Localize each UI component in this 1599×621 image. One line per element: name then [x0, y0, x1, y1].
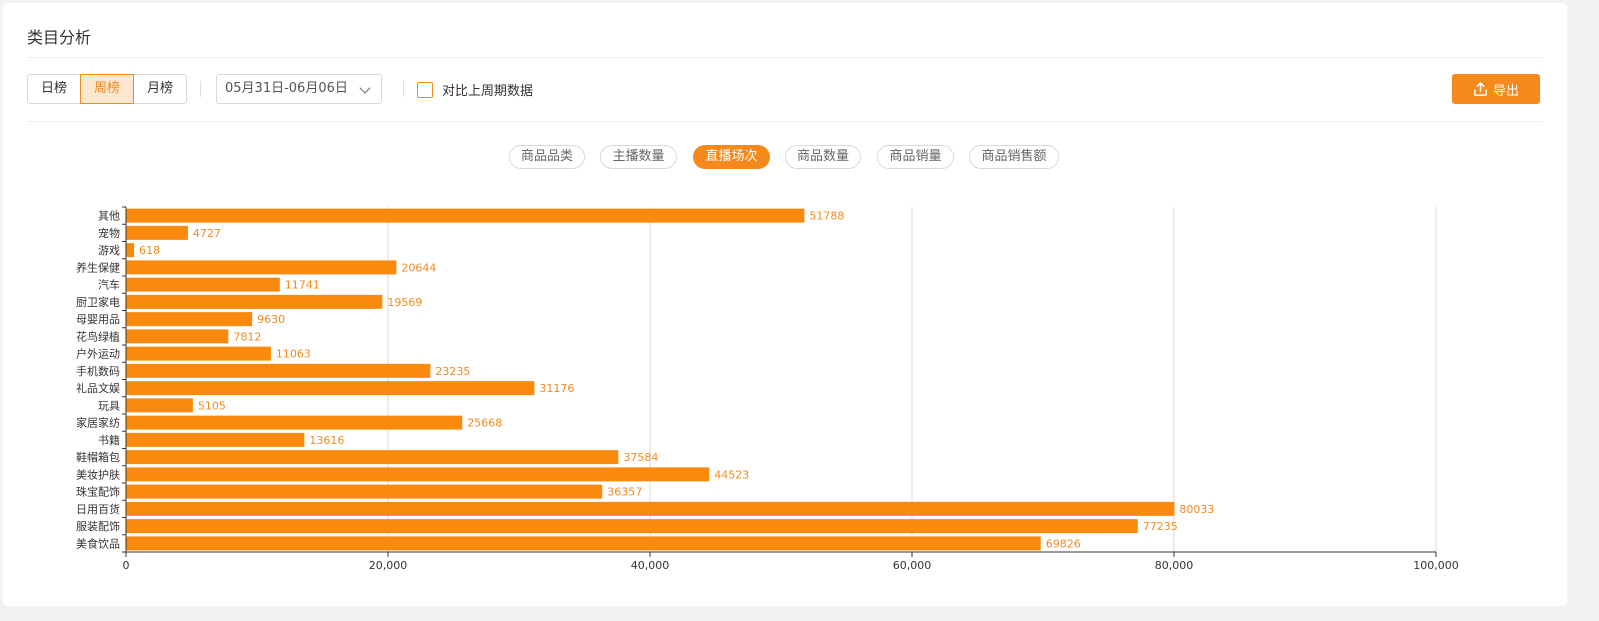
data-label: 77235 — [1143, 520, 1178, 533]
data-label: 4727 — [193, 227, 221, 240]
data-label: 31176 — [539, 382, 574, 395]
bar[interactable] — [126, 329, 229, 344]
data-label: 13616 — [309, 434, 344, 447]
category-label: 珠宝配饰 — [76, 485, 120, 499]
category-label: 汽车 — [98, 278, 120, 292]
category-label: 花鸟绿植 — [76, 329, 120, 343]
data-label: 69826 — [1046, 537, 1081, 550]
x-tick-label: 80,000 — [1155, 559, 1194, 572]
category-label: 服装配饰 — [76, 519, 120, 533]
data-label: 9630 — [257, 313, 285, 326]
bar[interactable] — [126, 225, 188, 240]
bar[interactable] — [126, 432, 305, 447]
category-analysis-card: 类目分析 日榜 周榜 月榜 05月31日-06月06日 对比上周期数据 导出 商… — [3, 3, 1567, 606]
bar[interactable] — [126, 398, 193, 413]
bar[interactable] — [126, 208, 805, 223]
category-label: 鞋帽箱包 — [76, 450, 120, 464]
bar[interactable] — [126, 501, 1175, 516]
bar[interactable] — [126, 450, 619, 465]
bar[interactable] — [126, 519, 1138, 534]
bar[interactable] — [126, 484, 603, 499]
category-label: 其他 — [98, 210, 120, 223]
data-label: 618 — [139, 244, 160, 257]
category-label: 美妆护肤 — [76, 467, 120, 481]
category-label: 厨卫家电 — [76, 295, 120, 309]
data-label: 11741 — [285, 279, 320, 292]
category-label: 宠物 — [98, 226, 120, 240]
bar[interactable] — [126, 381, 535, 396]
bar[interactable] — [126, 415, 463, 430]
live-sessions-bar-chart: 其他宠物游戏养生保健汽车厨卫家电母婴用品花鸟绿植户外运动手机数码礼品文娱玩具家居… — [76, 206, 1459, 572]
bar[interactable] — [126, 260, 397, 275]
category-label: 日用百货 — [76, 502, 120, 516]
data-label: 23235 — [435, 365, 470, 378]
bar[interactable] — [126, 363, 431, 378]
data-label: 11063 — [276, 348, 311, 361]
category-label: 母婴用品 — [76, 313, 120, 326]
x-tick-label: 0 — [123, 559, 130, 572]
bar[interactable] — [126, 294, 383, 309]
bar[interactable] — [126, 243, 135, 258]
period-week-button[interactable]: 周榜 — [80, 74, 135, 104]
category-label: 户外运动 — [76, 347, 120, 361]
data-label: 25668 — [467, 417, 502, 430]
data-label: 37584 — [623, 451, 658, 464]
data-label: 44523 — [714, 468, 749, 481]
data-label: 5105 — [198, 399, 226, 412]
x-tick-label: 100,000 — [1413, 559, 1459, 572]
data-label: 36357 — [607, 486, 642, 499]
category-label: 玩具 — [98, 399, 120, 412]
bar[interactable] — [126, 467, 710, 482]
x-tick-label: 40,000 — [631, 559, 670, 572]
data-label: 19569 — [387, 296, 422, 309]
data-label: 20644 — [401, 261, 436, 274]
x-tick-label: 20,000 — [369, 559, 408, 572]
data-label: 51788 — [809, 210, 844, 223]
bar[interactable] — [126, 536, 1041, 551]
category-label: 手机数码 — [76, 364, 120, 378]
category-label: 家居家纺 — [76, 416, 120, 430]
data-label: 7812 — [233, 330, 261, 343]
category-label: 美食饮品 — [76, 536, 120, 550]
bar[interactable] — [126, 277, 280, 292]
bar[interactable] — [126, 312, 253, 327]
category-label: 养生保健 — [76, 260, 120, 274]
category-label: 游戏 — [98, 244, 120, 257]
bar[interactable] — [126, 346, 271, 361]
category-label: 礼品文娱 — [76, 381, 120, 395]
data-label: 80033 — [1179, 503, 1214, 516]
category-label: 书籍 — [98, 433, 120, 447]
x-tick-label: 60,000 — [893, 559, 932, 572]
